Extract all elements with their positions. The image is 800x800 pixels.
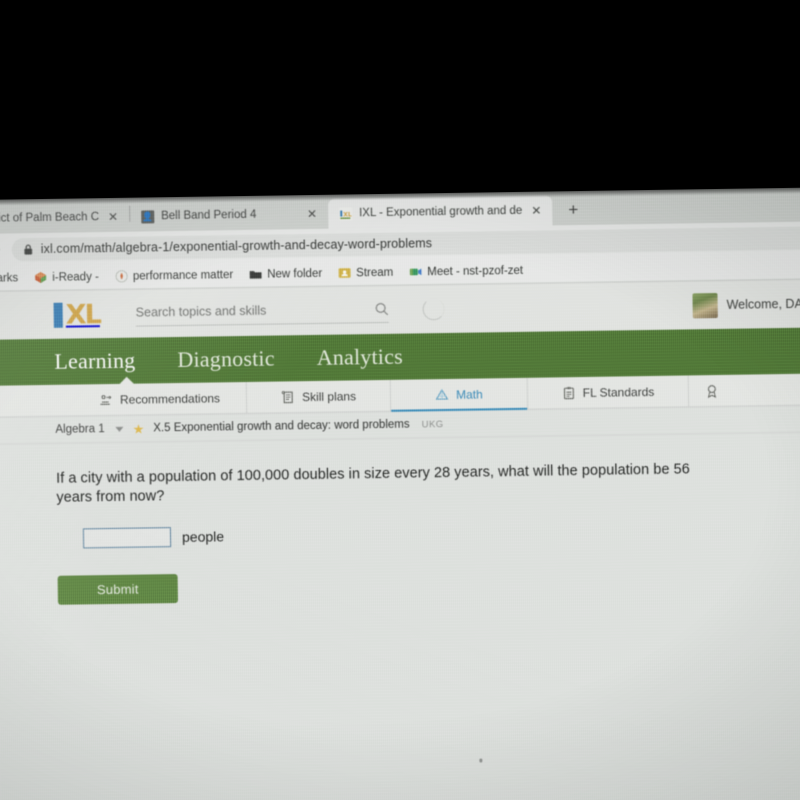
search-placeholder: Search topics and skills <box>135 303 267 320</box>
ixl-logo[interactable]: XL <box>53 298 100 331</box>
star-icon[interactable]: ★ <box>133 421 145 436</box>
close-icon[interactable]: ✕ <box>305 207 319 221</box>
loading-spinner-icon <box>422 298 445 321</box>
answer-unit-label: people <box>181 528 225 546</box>
browser-tab-3[interactable]: XL IXL - Exponential growth and de ✕ <box>327 195 553 229</box>
bookmark-label: New folder <box>267 267 323 281</box>
recommendations-icon <box>99 392 113 406</box>
close-icon[interactable]: ✕ <box>106 210 120 224</box>
nav-item-learning[interactable]: Learning <box>54 348 135 375</box>
breadcrumb-grade[interactable]: Algebra 1 <box>55 423 104 436</box>
answer-input[interactable] <box>82 527 172 549</box>
bookmark-label: Meet - nst-pzof-zet <box>427 264 524 278</box>
google-classroom-icon <box>338 266 351 279</box>
browser-tab-2[interactable]: 👤 Bell Band Period 4 ✕ <box>129 198 329 232</box>
subnav-item-math[interactable]: Math <box>390 377 528 411</box>
bookmarks-label: kmarks <box>0 271 19 285</box>
tab-title: strict of Palm Beach C <box>0 211 100 225</box>
ixl-favicon: XL <box>338 206 353 221</box>
bookmark-label: performance matter <box>132 268 234 283</box>
subnav-item-skill-plans[interactable]: Skill plans <box>246 379 392 413</box>
subnav-label: FL Standards <box>582 384 655 400</box>
question-area: If a city with a population of 100,000 d… <box>0 432 800 800</box>
browser-tab-1[interactable]: strict of Palm Beach C ✕ <box>0 201 130 234</box>
subnav-label: Math <box>455 386 483 402</box>
answer-row: people <box>57 519 761 549</box>
bookmark-meet[interactable]: Meet - nst-pzof-zet <box>403 262 529 281</box>
nav-item-diagnostic[interactable]: Diagnostic <box>177 346 275 373</box>
welcome-area[interactable]: Welcome, DANIE <box>692 291 800 318</box>
new-tab-button[interactable]: + <box>560 197 586 223</box>
subnav-item-overflow[interactable] <box>689 375 735 407</box>
subnav-label: Skill plans <box>301 388 357 404</box>
bookmark-stream[interactable]: Stream <box>332 264 399 282</box>
welcome-text: Welcome, DANIE <box>726 296 800 312</box>
bookmark-i-ready[interactable]: i-Ready - <box>28 268 105 286</box>
monitor-screen: strict of Palm Beach C ✕ 👤 Bell Band Per… <box>0 187 800 800</box>
chevron-down-icon[interactable] <box>115 426 124 432</box>
logo-xl-text: XL <box>65 298 100 331</box>
awards-icon <box>705 383 719 398</box>
math-pyramid-icon <box>435 387 449 401</box>
folder-icon <box>249 268 262 281</box>
i-ready-icon <box>34 271 47 284</box>
dust-speck <box>479 758 483 763</box>
photo-of-screen: strict of Palm Beach C ✕ 👤 Bell Band Per… <box>0 0 800 800</box>
ixl-page: XL Search topics and skills Welcome, DAN… <box>0 279 800 800</box>
submit-button[interactable]: Submit <box>57 574 179 606</box>
performance-matters-icon <box>115 270 128 283</box>
search-input[interactable]: Search topics and skills <box>135 296 389 327</box>
clipboard-icon <box>562 386 576 400</box>
avatar[interactable] <box>692 292 718 318</box>
nav-item-analytics[interactable]: Analytics <box>317 344 404 371</box>
google-meet-icon <box>409 265 422 278</box>
home-icon[interactable] <box>0 241 2 258</box>
tab-title: IXL - Exponential growth and de <box>358 204 523 220</box>
search-icon[interactable] <box>375 301 389 315</box>
bookmark-label: i-Ready - <box>52 270 99 284</box>
close-icon[interactable]: ✕ <box>529 204 543 218</box>
tab-title: Bell Band Period 4 <box>161 208 257 223</box>
logo-i-bar <box>53 302 63 328</box>
skill-plans-icon <box>281 390 295 404</box>
subnav-item-recommendations[interactable]: Recommendations <box>72 381 248 416</box>
contact-card-icon: 👤 <box>140 209 155 224</box>
bookmark-label: Stream <box>356 266 394 279</box>
bookmark-performance-matter[interactable]: performance matter <box>109 266 240 285</box>
url-text: ixl.com/math/algebra-1/exponential-growt… <box>40 236 433 257</box>
breadcrumb-skill: X.5 Exponential growth and decay: word p… <box>153 418 410 435</box>
svg-text:XL: XL <box>343 211 352 218</box>
status-badge: UKG <box>421 418 444 430</box>
bookmark-new-folder[interactable]: New folder <box>243 265 328 283</box>
question-text: If a city with a population of 100,000 d… <box>56 461 690 506</box>
subnav-item-fl-standards[interactable]: FL Standards <box>527 375 690 409</box>
lock-icon <box>24 244 33 255</box>
subnav-label: Recommendations <box>119 390 221 407</box>
